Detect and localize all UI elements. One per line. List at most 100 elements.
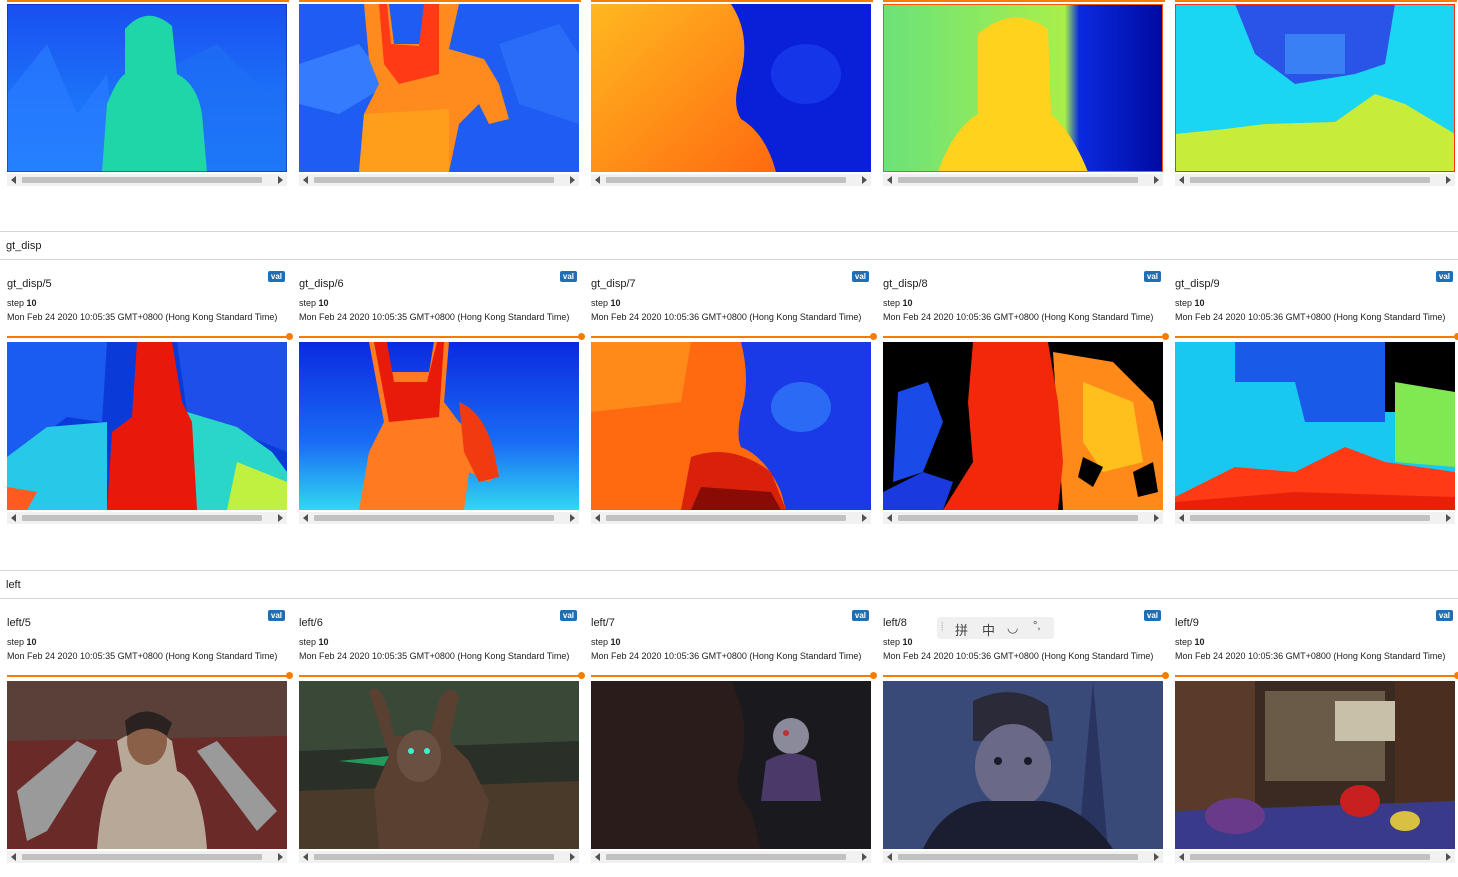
step-slider[interactable] (883, 333, 1169, 340)
timestamp: Mon Feb 24 2020 10:05:36 GMT+0800 (Hong … (591, 651, 862, 661)
timestamp: Mon Feb 24 2020 10:05:36 GMT+0800 (Hong … (883, 312, 1154, 322)
slider-handle[interactable] (1162, 672, 1169, 679)
image-scrollbar[interactable] (7, 851, 287, 863)
run-badge: val (851, 271, 869, 282)
image-scrollbar[interactable] (299, 512, 579, 524)
section-divider (0, 259, 1458, 260)
image-scrollbar[interactable] (7, 174, 287, 186)
run-badge: val (1143, 271, 1161, 282)
image-pred-5 (7, 4, 287, 172)
step-label: step 10 (299, 298, 329, 308)
card-tag: left/5 (7, 617, 31, 629)
section-divider (0, 231, 1458, 232)
timestamp: Mon Feb 24 2020 10:05:35 GMT+0800 (Hong … (7, 651, 278, 661)
slider-handle[interactable] (578, 333, 585, 340)
slider-handle[interactable] (870, 333, 877, 340)
step-slider[interactable] (591, 0, 873, 2)
drag-handle-icon[interactable]: ⦙ (941, 621, 943, 634)
image-scrollbar[interactable] (591, 512, 871, 524)
step-slider[interactable] (7, 333, 293, 340)
section-title-left[interactable]: left (6, 579, 21, 591)
image-gt-9 (1175, 342, 1455, 510)
step-label: step 10 (7, 637, 37, 647)
step-slider[interactable] (591, 333, 877, 340)
image-scrollbar[interactable] (883, 174, 1163, 186)
timestamp: Mon Feb 24 2020 10:05:36 GMT+0800 (Hong … (883, 651, 1154, 661)
card-tag: gt_disp/8 (883, 278, 928, 290)
card-tag: left/6 (299, 617, 323, 629)
section-title-gt-disp[interactable]: gt_disp (6, 240, 41, 252)
timestamp: Mon Feb 24 2020 10:05:36 GMT+0800 (Hong … (591, 312, 862, 322)
slider-handle[interactable] (286, 333, 293, 340)
image-pred-7 (591, 4, 871, 172)
step-slider[interactable] (883, 672, 1169, 679)
step-label: step 10 (1175, 298, 1205, 308)
slider-handle[interactable] (578, 672, 585, 679)
image-scrollbar[interactable] (591, 174, 871, 186)
step-slider[interactable] (7, 0, 289, 2)
step-slider[interactable] (7, 672, 293, 679)
image-left-6 (299, 681, 579, 849)
slider-handle[interactable] (1454, 672, 1458, 679)
image-gt-5 (7, 342, 287, 510)
timestamp: Mon Feb 24 2020 10:05:35 GMT+0800 (Hong … (7, 312, 278, 322)
ime-halfwidth-button[interactable]: ◡ (1007, 620, 1018, 636)
step-label: step 10 (591, 637, 621, 647)
card-tag: left/8 (883, 617, 907, 629)
slider-handle[interactable] (1454, 333, 1458, 340)
step-slider[interactable] (883, 0, 1165, 2)
image-gt-6 (299, 342, 579, 510)
slider-handle[interactable] (1162, 333, 1169, 340)
slider-handle[interactable] (286, 672, 293, 679)
step-label: step 10 (883, 637, 913, 647)
step-label: step 10 (1175, 637, 1205, 647)
step-slider[interactable] (1175, 0, 1457, 2)
image-scrollbar[interactable] (299, 851, 579, 863)
image-pred-9 (1175, 4, 1455, 172)
timestamp: Mon Feb 24 2020 10:05:36 GMT+0800 (Hong … (1175, 312, 1446, 322)
run-badge: val (559, 271, 577, 282)
image-gt-8 (883, 342, 1163, 510)
ime-pinyin-button[interactable]: 拼 (955, 620, 968, 639)
timestamp: Mon Feb 24 2020 10:05:36 GMT+0800 (Hong … (1175, 651, 1446, 661)
image-scrollbar[interactable] (591, 851, 871, 863)
image-pred-8 (883, 4, 1163, 172)
ime-toolbar[interactable]: ⦙ 拼 中 ◡ °, (937, 617, 1054, 639)
run-badge: val (267, 610, 285, 621)
card-tag: gt_disp/7 (591, 278, 636, 290)
step-slider[interactable] (299, 0, 581, 2)
section-divider (0, 570, 1458, 571)
card-tag: left/7 (591, 617, 615, 629)
card-tag: left/9 (1175, 617, 1199, 629)
image-scrollbar[interactable] (1175, 174, 1455, 186)
image-scrollbar[interactable] (299, 174, 579, 186)
step-slider[interactable] (299, 333, 585, 340)
image-left-7 (591, 681, 871, 849)
image-gt-7 (591, 342, 871, 510)
timestamp: Mon Feb 24 2020 10:05:35 GMT+0800 (Hong … (299, 312, 570, 322)
step-label: step 10 (591, 298, 621, 308)
ime-punctuation-button[interactable]: °, (1033, 620, 1040, 632)
step-slider[interactable] (299, 672, 585, 679)
image-scrollbar[interactable] (1175, 512, 1455, 524)
run-badge: val (1435, 610, 1453, 621)
step-slider[interactable] (1175, 672, 1458, 679)
run-badge: val (1143, 610, 1161, 621)
image-scrollbar[interactable] (1175, 851, 1455, 863)
run-badge: val (267, 271, 285, 282)
step-slider[interactable] (591, 672, 877, 679)
image-left-5 (7, 681, 287, 849)
timestamp: Mon Feb 24 2020 10:05:35 GMT+0800 (Hong … (299, 651, 570, 661)
run-badge: val (851, 610, 869, 621)
image-scrollbar[interactable] (883, 512, 1163, 524)
image-left-9 (1175, 681, 1455, 849)
image-scrollbar[interactable] (7, 512, 287, 524)
ime-chinese-button[interactable]: 中 (982, 620, 995, 639)
card-tag: gt_disp/5 (7, 278, 52, 290)
step-slider[interactable] (1175, 333, 1458, 340)
image-left-8 (883, 681, 1163, 849)
run-badge: val (559, 610, 577, 621)
slider-handle[interactable] (870, 672, 877, 679)
card-tag: gt_disp/9 (1175, 278, 1220, 290)
image-scrollbar[interactable] (883, 851, 1163, 863)
